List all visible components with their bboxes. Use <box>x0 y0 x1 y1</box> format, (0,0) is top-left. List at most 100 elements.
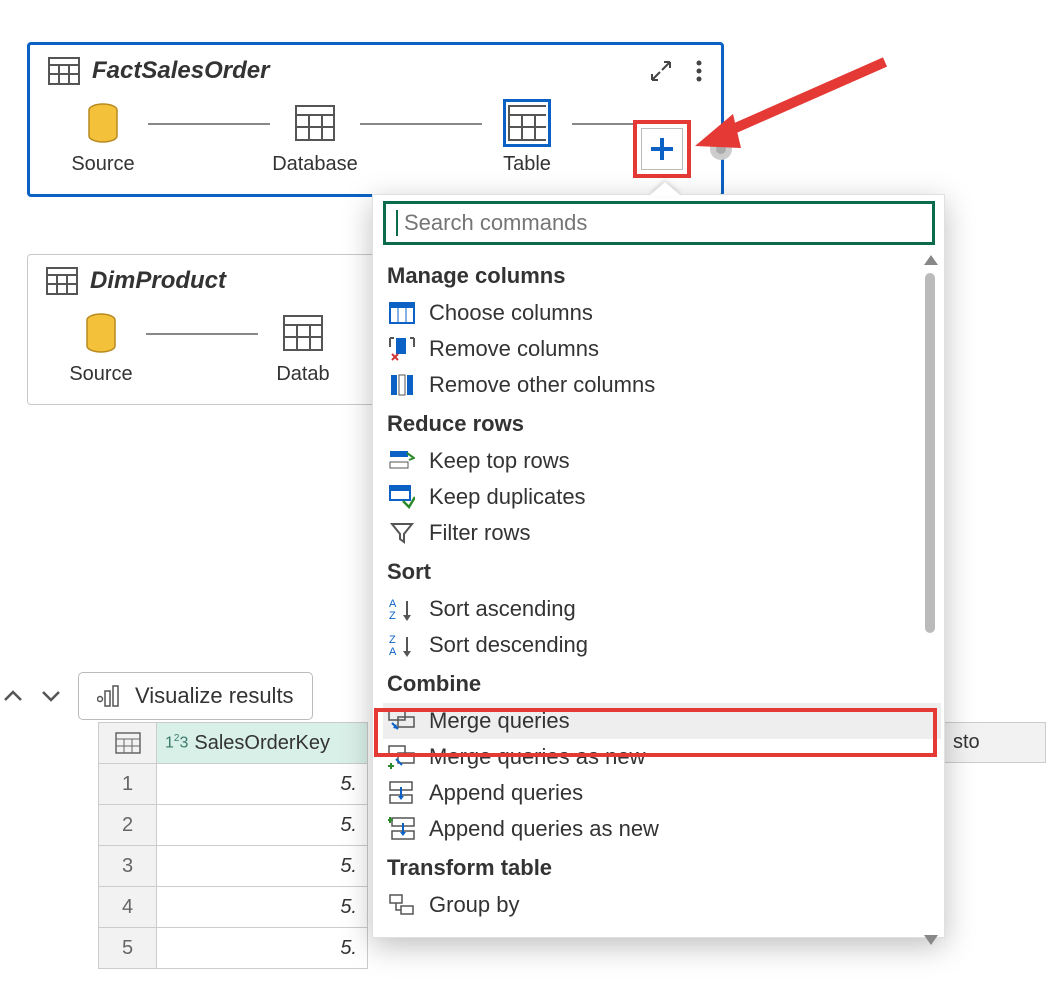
chevron-up-icon[interactable] <box>2 688 24 704</box>
svg-text:A: A <box>389 598 397 610</box>
section-sort: Sort <box>387 559 941 585</box>
merge-queries-new-icon <box>387 744 417 770</box>
table-row[interactable]: 4 5. <box>99 887 368 928</box>
menu-append-queries[interactable]: Append queries <box>383 775 941 811</box>
button-label: Visualize results <box>135 683 294 709</box>
table-row[interactable]: 1 5. <box>99 764 368 805</box>
database-cylinder-icon <box>77 309 125 357</box>
annotation-arrow <box>685 52 905 162</box>
visualize-results-button[interactable]: Visualize results <box>78 672 313 720</box>
filter-icon <box>387 520 417 546</box>
keep-duplicates-icon <box>387 484 417 510</box>
scroll-down-icon[interactable] <box>924 935 938 945</box>
column-header-partial[interactable]: sto <box>942 722 1046 763</box>
card-body: Source Datab <box>28 301 376 404</box>
scrollbar[interactable] <box>924 255 936 945</box>
column-name: SalesOrderKey <box>194 732 330 755</box>
section-combine: Combine <box>387 671 941 697</box>
database-cylinder-icon <box>79 99 127 147</box>
add-step-button[interactable] <box>641 128 683 170</box>
section-reduce-rows: Reduce rows <box>387 411 941 437</box>
step-label: Source <box>69 363 132 386</box>
chevron-down-icon[interactable] <box>40 688 62 704</box>
scroll-thumb[interactable] <box>925 273 935 633</box>
table-icon <box>279 309 327 357</box>
append-queries-new-icon <box>387 816 417 842</box>
remove-other-columns-icon <box>387 372 417 398</box>
column-name: sto <box>953 731 980 754</box>
query-card-dimproduct[interactable]: DimProduct Source Datab <box>27 254 377 405</box>
menu-label: Choose columns <box>429 300 593 326</box>
step-label: Source <box>71 153 134 176</box>
table-icon <box>115 732 141 754</box>
row-index-header[interactable] <box>99 723 157 764</box>
menu-label: Sort ascending <box>429 596 576 622</box>
expand-icon[interactable] <box>649 59 673 83</box>
menu-choose-columns[interactable]: Choose columns <box>383 295 941 331</box>
connector-line <box>360 123 482 125</box>
step-label: Database <box>272 153 358 176</box>
results-toolbar: Visualize results <box>2 672 313 720</box>
popup-pointer <box>649 182 681 196</box>
menu-label: Keep duplicates <box>429 484 586 510</box>
menu-label: Append queries as new <box>429 816 659 842</box>
choose-columns-icon <box>387 300 417 326</box>
search-commands-box[interactable] <box>383 201 935 245</box>
cell-value: 5. <box>157 887 368 928</box>
menu-remove-other-columns[interactable]: Remove other columns <box>383 367 941 403</box>
append-queries-icon <box>387 780 417 806</box>
sort-desc-icon: ZA <box>387 632 417 658</box>
text-caret <box>396 210 398 236</box>
table-row[interactable]: 5 5. <box>99 928 368 969</box>
row-index: 2 <box>99 805 157 846</box>
command-menu: Manage columns Choose columns Remove col… <box>372 194 945 938</box>
menu-filter-rows[interactable]: Filter rows <box>383 515 941 551</box>
menu-merge-queries[interactable]: Merge queries <box>383 703 941 739</box>
step-table[interactable]: Table <box>472 99 582 176</box>
table-row[interactable]: 3 5. <box>99 846 368 887</box>
menu-label: Filter rows <box>429 520 530 546</box>
menu-remove-columns[interactable]: Remove columns <box>383 331 941 367</box>
step-label: Datab <box>276 363 329 386</box>
menu-merge-queries-new[interactable]: Merge queries as new <box>383 739 941 775</box>
cell-value: 5. <box>157 764 368 805</box>
query-card-factsalesorder[interactable]: FactSalesOrder Source Database <box>27 42 724 197</box>
cell-value: 5. <box>157 846 368 887</box>
menu-keep-duplicates[interactable]: Keep duplicates <box>383 479 941 515</box>
data-type-number-icon: 123 <box>165 733 188 752</box>
data-preview-table: 123 SalesOrderKey 1 5. 2 5. 3 5. 4 5. 5 … <box>98 722 368 969</box>
table-icon <box>48 57 80 85</box>
menu-label: Append queries <box>429 780 583 806</box>
table-icon <box>291 99 339 147</box>
remove-columns-icon <box>387 336 417 362</box>
table-row[interactable]: 2 5. <box>99 805 368 846</box>
menu-sort-descending[interactable]: ZA Sort descending <box>383 627 941 663</box>
menu-group-by[interactable]: Group by <box>383 887 941 923</box>
svg-text:A: A <box>389 646 397 657</box>
menu-label: Merge queries <box>429 708 570 734</box>
bar-chart-icon <box>97 685 123 707</box>
step-label: Table <box>503 153 551 176</box>
column-header-salesorderkey[interactable]: 123 SalesOrderKey <box>157 723 368 764</box>
table-icon <box>46 267 78 295</box>
step-database[interactable]: Datab <box>248 309 358 386</box>
scroll-up-icon[interactable] <box>924 255 938 265</box>
menu-keep-top-rows[interactable]: Keep top rows <box>383 443 941 479</box>
card-body: Source Database Table <box>30 91 721 194</box>
menu-label: Sort descending <box>429 632 588 658</box>
sort-asc-icon: AZ <box>387 596 417 622</box>
menu-sort-ascending[interactable]: AZ Sort ascending <box>383 591 941 627</box>
card-title: DimProduct <box>90 267 358 295</box>
step-source[interactable]: Source <box>46 309 156 386</box>
search-input[interactable] <box>402 209 922 237</box>
step-database[interactable]: Database <box>260 99 370 176</box>
step-source[interactable]: Source <box>48 99 158 176</box>
group-by-icon <box>387 892 417 918</box>
card-header: DimProduct <box>28 255 376 301</box>
merge-queries-icon <box>387 708 417 734</box>
menu-label: Remove columns <box>429 336 599 362</box>
section-transform-table: Transform table <box>387 855 941 881</box>
menu-label: Merge queries as new <box>429 744 645 770</box>
menu-append-queries-new[interactable]: Append queries as new <box>383 811 941 847</box>
connector-line <box>148 123 270 125</box>
